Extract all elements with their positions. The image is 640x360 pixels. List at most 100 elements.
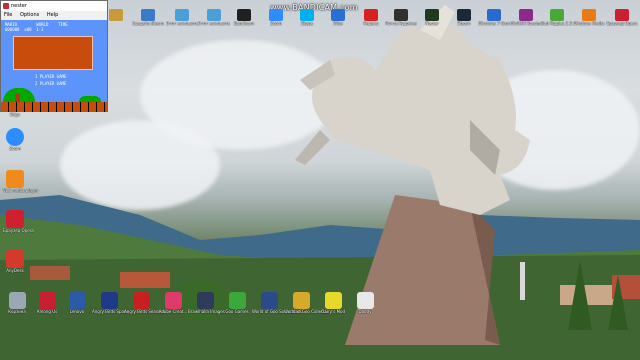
desktop-icon[interactable]: Корзина bbox=[0, 292, 34, 314]
skype-icon bbox=[300, 9, 314, 21]
desktop-icon[interactable]: Windows 7 Games for Win 10 bbox=[478, 9, 510, 37]
computer-icon bbox=[175, 9, 189, 21]
desktop-icon-label: Angry Birds Space bbox=[92, 309, 129, 314]
desktop-icon[interactable]: Браузер Opera bbox=[606, 9, 638, 37]
zoom-icon bbox=[6, 128, 24, 146]
desktop-icon-label: Skype bbox=[300, 21, 314, 26]
adobe-icon bbox=[164, 292, 182, 309]
desktop-icon[interactable]: Garry's Mod bbox=[316, 292, 350, 314]
desktop-icon-label: World of Goo Soundtrack bbox=[252, 309, 302, 314]
mail-icon bbox=[394, 9, 408, 21]
desktop-icon-label: Adobe Creat... bbox=[158, 309, 188, 314]
desktop-icon[interactable]: Daddy bbox=[348, 292, 382, 314]
desktop-icon[interactable]: VLC media player bbox=[3, 170, 38, 193]
desktop-icon[interactable]: Zoom bbox=[3, 128, 27, 151]
window-menu-bar: File Options Help bbox=[1, 11, 107, 20]
desktop-icon[interactable]: Nester bbox=[416, 9, 448, 37]
wise-icon bbox=[331, 9, 345, 21]
desktop-icon[interactable]: AnyDesk bbox=[3, 250, 27, 273]
desktop-icon-label: Этот компьютер bbox=[198, 21, 230, 26]
game-ground bbox=[1, 102, 107, 112]
window-title-bar[interactable]: nester bbox=[1, 1, 107, 11]
desktop: www.BANDICAM.com Свадьба (Бесплат)Этот к… bbox=[0, 0, 640, 360]
desktop-icon[interactable]: Bad Piggies 2.3.6 Windows bbox=[541, 9, 573, 37]
menu-option-2-player: 2 PLAYER GAME bbox=[35, 81, 67, 86]
media-player-icon bbox=[582, 9, 596, 21]
desktop-icon[interactable]: Яндекс bbox=[355, 9, 387, 37]
music-icon bbox=[260, 292, 278, 309]
desktop-icon-label: Яндекс bbox=[363, 21, 379, 26]
desktop-icon-label: Windows 7 Games for Win 10 bbox=[478, 21, 510, 26]
winrar-icon bbox=[519, 9, 533, 21]
desktop-icon-label: Bad Piggies 2.3.6 Windows bbox=[541, 21, 573, 26]
menu-help[interactable]: Help bbox=[47, 12, 58, 18]
recycle-bin-icon bbox=[8, 292, 26, 309]
desktop-top-icon-row: Свадьба (Бесплат)Этот компьютерЭтот комп… bbox=[100, 9, 640, 37]
desktop-icon[interactable]: Wise bbox=[322, 9, 354, 37]
app-icon bbox=[68, 292, 86, 309]
desktop-icon[interactable]: Почта Рудоменка bbox=[385, 9, 417, 37]
desktop-icon[interactable]: Windows Media Player bbox=[573, 9, 605, 37]
menu-options[interactable]: Options bbox=[20, 12, 39, 18]
desktop-icon[interactable]: Bandicam bbox=[228, 9, 260, 37]
desktop-icon-label: Brawlhalla Images bbox=[188, 309, 225, 314]
desktop-icon-label: Корзина bbox=[8, 309, 26, 314]
desktop-icon[interactable]: Lenovo bbox=[60, 292, 94, 314]
yandex-icon bbox=[364, 9, 378, 21]
desktop-icon-label: AnyDesk bbox=[6, 268, 24, 273]
game-screen[interactable]: MARIO WORLD TIME 000000 x00 1-1 1 PLAYER… bbox=[1, 20, 107, 112]
steam-icon bbox=[457, 9, 471, 21]
desktop-icon[interactable]: Skype bbox=[291, 9, 323, 37]
desktop-icon-label: Браузер Opera bbox=[3, 228, 34, 233]
desktop-icon[interactable]: Этот компьютер bbox=[198, 9, 230, 37]
desktop-icon[interactable]: Goo Games bbox=[220, 292, 254, 314]
opera-icon bbox=[6, 210, 24, 228]
desktop-icon[interactable]: World of Goo Collection bbox=[284, 292, 331, 314]
desktop-icon[interactable]: Adobe Creat... bbox=[156, 292, 190, 314]
vlc-icon bbox=[6, 170, 24, 188]
app-icon bbox=[141, 9, 155, 21]
mario-sprite bbox=[15, 94, 20, 102]
game-title-logo bbox=[13, 36, 93, 70]
desktop-icon-label: Among Us bbox=[36, 309, 58, 314]
desktop-icon-label: Bandicam bbox=[234, 21, 254, 26]
menu-option-1-player: 1 PLAYER GAME bbox=[35, 74, 67, 79]
desktop-icon-label: Lenovo bbox=[69, 309, 85, 314]
desktop-icon[interactable]: Angry Birds Seasons bbox=[124, 292, 166, 314]
bandicam-icon bbox=[237, 9, 251, 21]
computer-icon bbox=[207, 9, 221, 21]
menu-file[interactable]: File bbox=[4, 12, 12, 18]
desktop-icon[interactable]: Among Us bbox=[30, 292, 64, 314]
desktop-icon-label: Браузер Opera bbox=[606, 21, 638, 26]
desktop-icon-label: Zoom bbox=[9, 146, 21, 151]
opera-icon bbox=[615, 9, 629, 21]
desktop-icon[interactable]: Свадьба (Бесплат) bbox=[132, 9, 164, 37]
desktop-icon-label: Почта Рудоменка bbox=[385, 21, 417, 26]
desktop-icon-label: Angry Birds Seasons bbox=[124, 309, 166, 314]
desktop-icon[interactable]: Angry Birds Space bbox=[92, 292, 129, 314]
desktop-icon[interactable]: Zoom bbox=[260, 9, 292, 37]
amongus-icon bbox=[38, 292, 56, 309]
desktop-icon[interactable]: Этот компьютер bbox=[166, 9, 198, 37]
goo-icon bbox=[228, 292, 246, 309]
desktop-icon[interactable]: World of Goo Soundtrack bbox=[252, 292, 302, 314]
desktop-icon[interactable]: Brawlhalla Images bbox=[188, 292, 225, 314]
desktop-icon-label: Nester bbox=[425, 21, 439, 26]
desktop-icon-label: WinRAR Russian Version bbox=[510, 21, 542, 26]
folder-icon bbox=[109, 9, 123, 21]
goo-collection-icon bbox=[292, 292, 310, 309]
desktop-icon[interactable]: WinRAR Russian Version bbox=[510, 9, 542, 37]
zoom-icon bbox=[269, 9, 283, 21]
desktop-icon[interactable]: Steam bbox=[448, 9, 480, 37]
games-icon bbox=[487, 9, 501, 21]
window-title: nester bbox=[11, 3, 27, 9]
badpiggies-icon bbox=[550, 9, 564, 21]
desktop-icon[interactable]: Браузер Opera bbox=[3, 210, 34, 233]
desktop-icon-label: World of Goo Collection bbox=[284, 309, 331, 314]
garrysmod-icon bbox=[324, 292, 342, 309]
nester-window[interactable]: nester File Options Help MARIO WORLD TIM… bbox=[0, 0, 108, 112]
desktop-icon-label: Свадьба (Бесплат) bbox=[132, 21, 164, 26]
desktop-icon-label: Edge bbox=[9, 112, 21, 117]
desktop-icon[interactable]: Edge bbox=[3, 112, 27, 117]
game-hud: MARIO WORLD TIME 000000 x00 1-1 bbox=[5, 22, 68, 32]
